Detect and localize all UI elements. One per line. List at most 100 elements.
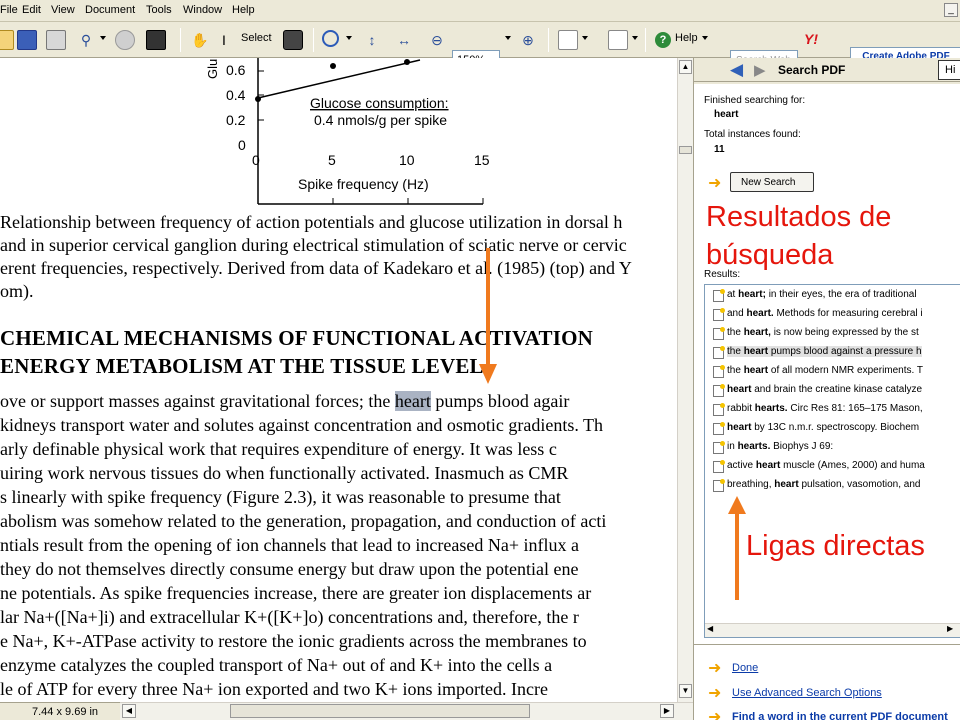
- menu-view[interactable]: View: [51, 4, 75, 16]
- advanced-search-link[interactable]: Use Advanced Search Options: [732, 687, 882, 699]
- finished-label: Finished searching for:: [704, 95, 806, 106]
- scroll-down-icon[interactable]: ▼: [679, 684, 692, 698]
- yahoo-logo-icon[interactable]: Y!: [804, 31, 818, 47]
- scroll-left-icon[interactable]: ◀: [122, 704, 136, 718]
- fit-width-icon[interactable]: ↔: [394, 30, 414, 50]
- caption-line: erent frequencies, respectively. Derived…: [0, 258, 632, 278]
- zoom-plus-icon[interactable]: ⊕: [518, 30, 538, 50]
- y-tick-label: 0.4: [226, 87, 246, 103]
- result-text: by 13C n.m.r. spectroscopy. Biochem: [751, 422, 920, 433]
- help-button[interactable]: Help: [675, 32, 698, 44]
- chevron-down-icon[interactable]: [632, 36, 638, 40]
- result-match: heart,: [743, 327, 771, 338]
- page-size-label: 7.44 x 9.69 in: [32, 706, 99, 718]
- result-text: of all modern NMR experiments. T: [768, 365, 924, 376]
- scroll-thumb[interactable]: [679, 146, 692, 154]
- back-arrow-icon[interactable]: ◀: [730, 60, 743, 80]
- chart-annotation: 0.4 nmols/g per spike: [314, 112, 447, 128]
- body-line: ntials result from the opening of ion ch…: [0, 535, 579, 555]
- menu-tools[interactable]: Tools: [146, 4, 172, 16]
- menu-document[interactable]: Document: [85, 4, 135, 16]
- arrow-right-icon: ➜: [708, 709, 722, 720]
- result-item[interactable]: heart by 13C n.m.r. spectroscopy. Bioche…: [727, 422, 919, 433]
- result-item[interactable]: the heart pumps blood against a pressure…: [727, 346, 922, 357]
- result-item[interactable]: breathing, heart pulsation, vasomotion, …: [727, 479, 920, 490]
- toolbar-separator: [180, 28, 181, 52]
- text-cursor-icon[interactable]: I: [218, 30, 230, 50]
- open-folder-icon[interactable]: [0, 30, 14, 50]
- email-icon[interactable]: [115, 30, 135, 50]
- body-line: s linearly with spike frequency (Figure …: [0, 487, 561, 507]
- document-vertical-scrollbar[interactable]: ▲ ▼: [677, 58, 693, 702]
- annotation-text: búsqueda: [706, 239, 834, 271]
- paperclip-icon[interactable]: ⚲: [76, 30, 96, 50]
- body-text: ove or support masses against gravitatio…: [0, 391, 395, 411]
- menu-help[interactable]: Help: [232, 4, 255, 16]
- hand-tool-icon[interactable]: ✋: [190, 30, 210, 50]
- chevron-down-icon[interactable]: [100, 36, 106, 40]
- result-text: rabbit: [727, 403, 755, 414]
- pen-markup-icon[interactable]: [608, 30, 628, 50]
- result-text: breathing,: [727, 479, 775, 490]
- hide-button[interactable]: Hi: [938, 60, 960, 80]
- forward-arrow-icon[interactable]: ▶: [754, 61, 766, 79]
- new-search-button[interactable]: New Search: [730, 172, 814, 192]
- toolbar-separator: [548, 28, 549, 52]
- chevron-down-icon[interactable]: [505, 36, 511, 40]
- x-tick-label: 0: [252, 152, 260, 168]
- result-item[interactable]: active heart muscle (Ames, 2000) and hum…: [727, 460, 925, 471]
- result-text: Methods for measuring cerebral i: [773, 308, 923, 319]
- rotate-page-icon[interactable]: [558, 30, 578, 50]
- results-horizontal-scrollbar[interactable]: ◀ ▶: [705, 623, 960, 637]
- zoom-in-icon[interactable]: [322, 30, 339, 47]
- scroll-thumb[interactable]: [230, 704, 530, 718]
- document-horizontal-scrollbar[interactable]: ◀ ▶: [120, 702, 693, 720]
- result-item[interactable]: heart and brain the creatine kinase cata…: [727, 384, 922, 395]
- result-page-icon: [713, 479, 725, 492]
- minimize-icon[interactable]: _: [944, 3, 958, 17]
- result-text: muscle (Ames, 2000) and huma: [780, 460, 925, 471]
- result-page-icon: [713, 460, 725, 473]
- annotation-arrow-shaft: [486, 248, 490, 366]
- result-match: heart.: [746, 308, 774, 319]
- result-text: pumps blood against a pressure h: [768, 346, 922, 357]
- actual-size-icon[interactable]: ↕: [362, 30, 382, 50]
- result-text: in: [727, 441, 738, 452]
- chevron-down-icon[interactable]: [582, 36, 588, 40]
- select-tool-label[interactable]: Select: [241, 32, 272, 44]
- annotation-arrowhead: [728, 496, 746, 514]
- data-point: [255, 96, 261, 102]
- scroll-right-icon[interactable]: ▶: [660, 704, 674, 718]
- results-list[interactable]: at heart; in their eyes, the era of trad…: [704, 284, 960, 638]
- menu-window[interactable]: Window: [183, 4, 222, 16]
- menu-file[interactable]: File: [0, 4, 18, 16]
- result-item[interactable]: the heart of all modern NMR experiments.…: [727, 365, 923, 376]
- save-icon[interactable]: [17, 30, 37, 50]
- search-highlight[interactable]: heart: [394, 391, 431, 411]
- result-match: heart: [727, 422, 752, 433]
- result-item[interactable]: at heart; in their eyes, the era of trad…: [727, 289, 917, 300]
- result-item[interactable]: and heart. Methods for measuring cerebra…: [727, 308, 923, 319]
- binoculars-search-icon[interactable]: [146, 30, 166, 50]
- scroll-right-icon[interactable]: ▶: [947, 624, 953, 633]
- menu-edit[interactable]: Edit: [22, 4, 41, 16]
- arrow-right-icon: ➜: [708, 660, 722, 677]
- body-line: kidneys transport water and solutes agai…: [0, 415, 604, 435]
- result-item[interactable]: in hearts. Biophys J 69:: [727, 441, 833, 452]
- result-item[interactable]: the heart, is now being expressed by the…: [727, 327, 919, 338]
- chevron-down-icon[interactable]: [702, 36, 708, 40]
- scroll-left-icon[interactable]: ◀: [707, 624, 713, 633]
- find-word-link[interactable]: Find a word in the current PDF document: [732, 711, 948, 720]
- result-text: in their eyes, the era of traditional: [765, 289, 917, 300]
- done-link[interactable]: Done: [732, 662, 758, 674]
- chevron-down-icon[interactable]: [346, 36, 352, 40]
- snapshot-camera-icon[interactable]: [283, 30, 303, 50]
- result-item[interactable]: rabbit hearts. Circ Res 81: 165–175 Maso…: [727, 403, 923, 414]
- result-text: the: [727, 346, 744, 357]
- result-page-icon: [713, 289, 725, 302]
- zoom-out-icon[interactable]: ⊖: [427, 30, 447, 50]
- scroll-up-icon[interactable]: ▲: [679, 60, 692, 74]
- help-icon[interactable]: ?: [655, 32, 671, 48]
- print-icon[interactable]: [46, 30, 66, 50]
- body-line: arly definable physical work that requir…: [0, 439, 557, 459]
